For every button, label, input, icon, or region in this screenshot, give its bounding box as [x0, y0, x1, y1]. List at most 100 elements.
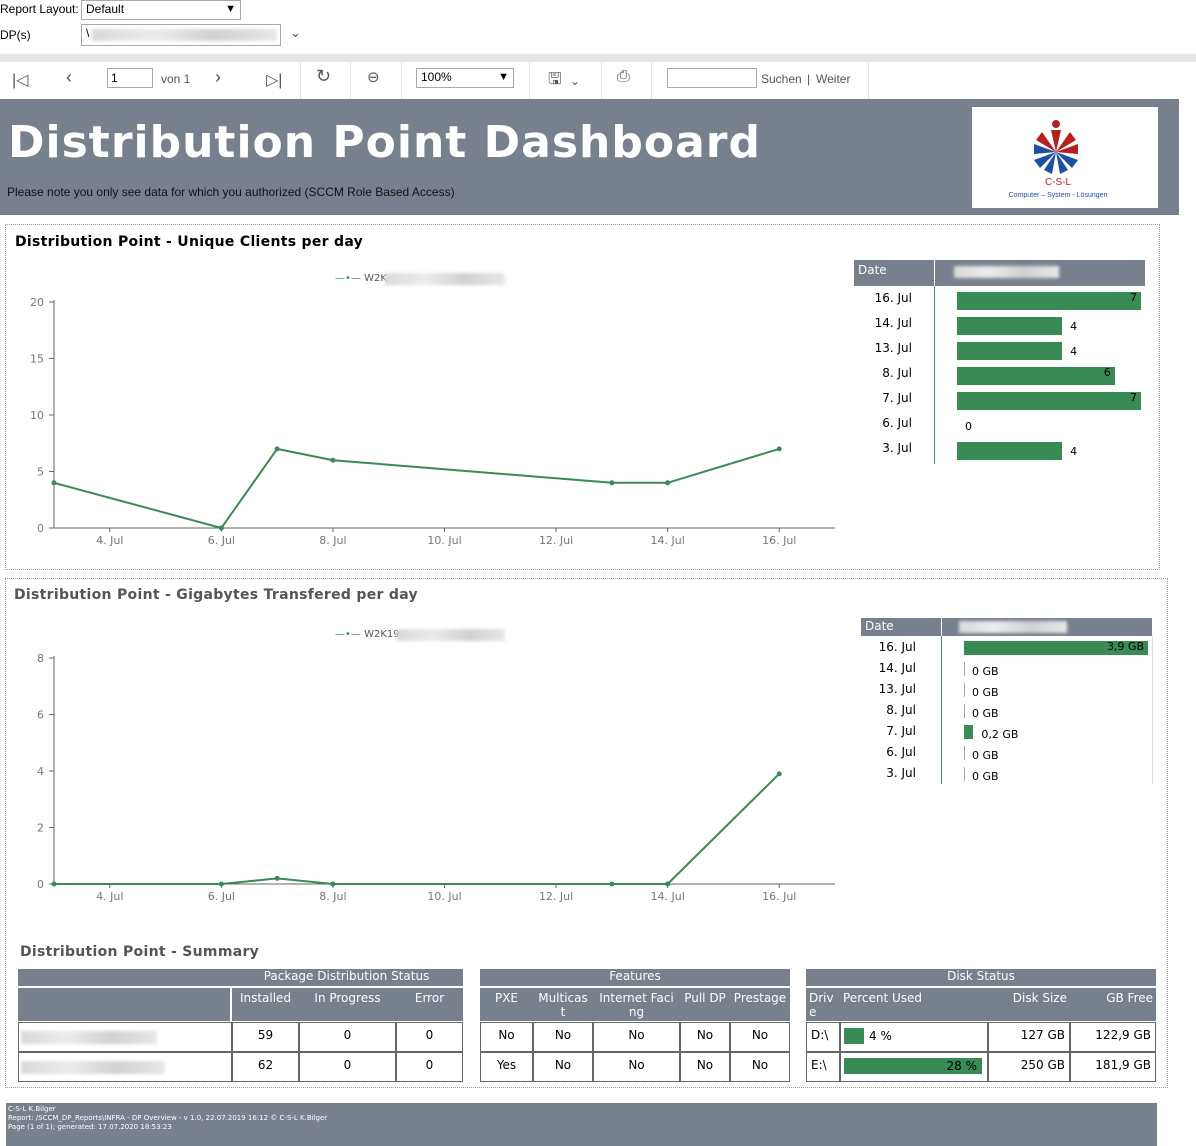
gb-x-tick-label: 12. Jul: [539, 890, 573, 903]
bar: [957, 442, 1063, 460]
dps-dropdown-chevron-icon[interactable]: ⌄: [290, 26, 301, 41]
report-toolbar: |◁ ‹ von 1 › ▷| ↻ ⊖ 100% ▼ 🖫 ⌄ ⎙ Suchen …: [0, 54, 1196, 100]
search-input[interactable]: [667, 68, 757, 88]
clients-y-tick-label: 15: [30, 353, 44, 366]
table-cell: 127 GB: [988, 1022, 1070, 1052]
page-number-input[interactable]: [107, 68, 153, 88]
refresh-icon[interactable]: ↻: [316, 66, 331, 87]
logo-subtitle: Computer – System - Lösungen: [1009, 192, 1108, 199]
bar-value-label: 4: [1070, 445, 1078, 458]
table-cell: 0: [396, 1022, 463, 1052]
legend-line-icon: —•—: [335, 629, 361, 640]
unique-clients-line-chart: 0 5 10 15 20 4. Jul 6. Jul 8. Jul 10. Jul 12. Jul…: [30, 296, 835, 547]
table-cell: 122,9 GB: [1070, 1022, 1156, 1052]
blurred-server-name: [385, 273, 505, 285]
bar-value-label: 7: [1130, 291, 1137, 304]
bar-date-label: 8. Jul: [886, 703, 916, 717]
next-match-button[interactable]: Weiter: [816, 72, 850, 86]
blurred-dp-name: [92, 29, 277, 41]
bar-date-label: 14. Jul: [874, 316, 912, 330]
column-header: Percent Used: [840, 988, 988, 1021]
clients-y-tick-label: 0: [37, 522, 44, 535]
clients-x-tick-label: 16. Jul: [762, 534, 796, 547]
group-header-disk: Disk Status: [806, 969, 1156, 986]
search-button[interactable]: Suchen: [761, 72, 802, 86]
next-page-icon[interactable]: ›: [215, 67, 221, 88]
chart1-legend-label: W2K: [364, 273, 387, 284]
page-title: Distribution Point Dashboard: [8, 117, 761, 168]
gigabytes-line-chart: 0 2 4 6 8 4. Jul 6. Jul 8. Jul 10. Jul 12. Jul 14.…: [37, 652, 835, 903]
back-icon[interactable]: ⊖: [367, 68, 380, 86]
gb-y-tick-label: 2: [37, 822, 44, 835]
zoom-select[interactable]: 100% ▼: [416, 68, 514, 88]
table-cell: No: [480, 1022, 533, 1052]
bar-value-label: 7: [1130, 391, 1137, 404]
table-row-server: [18, 1022, 232, 1052]
chart2-legend: —•— W2K19: [335, 629, 400, 640]
gb-y-tick-label: 4: [37, 765, 44, 778]
gb-x-tick-label: 16. Jul: [762, 890, 796, 903]
previous-page-icon[interactable]: ‹: [66, 67, 72, 88]
bar-value-label: 0 GB: [972, 686, 999, 699]
last-page-icon[interactable]: ▷|: [266, 70, 282, 90]
bar-value-label: 0,2 GB: [981, 728, 1019, 741]
search-separator: |: [807, 72, 811, 86]
bar-date-label: 6. Jul: [882, 416, 912, 430]
clients-date-header: Date: [858, 263, 887, 277]
clients-data-point: [665, 480, 671, 486]
column-header: Disk Size: [988, 988, 1070, 1021]
table-cell: No: [533, 1052, 593, 1082]
clients-x-tick-label: 4. Jul: [96, 534, 123, 547]
dps-label: DP(s): [0, 28, 31, 42]
blurred-server-header: [959, 621, 1067, 633]
table-cell: No: [593, 1022, 680, 1052]
column-header: Error: [396, 988, 463, 1021]
print-icon[interactable]: ⎙: [617, 68, 630, 86]
summary-title: Distribution Point - Summary: [20, 944, 260, 960]
table-cell: No: [730, 1022, 790, 1052]
dps-value: \: [86, 26, 90, 40]
bar-date-label: 14. Jul: [878, 661, 916, 675]
dps-select[interactable]: \: [81, 24, 281, 46]
table-cell: 0: [299, 1052, 396, 1082]
zoom-value: 100%: [421, 70, 452, 84]
save-dropdown-icon[interactable]: ⌄: [570, 74, 580, 88]
chevron-down-icon: ▼: [498, 71, 509, 83]
page-count-label: von 1: [161, 72, 191, 86]
report-layout-select[interactable]: Default ▼: [81, 0, 241, 20]
column-header: GB Free: [1070, 988, 1156, 1021]
table-cell: 0: [396, 1052, 463, 1082]
clients-x-tick-label: 8. Jul: [319, 534, 346, 547]
table-cell: 28 %: [840, 1052, 988, 1082]
clients-y-tick-label: 20: [30, 296, 44, 309]
table-cell: 59: [232, 1022, 299, 1052]
chart2-legend-label: W2K19: [364, 629, 400, 640]
table-cell: 0: [299, 1022, 396, 1052]
table-cell: Yes: [480, 1052, 533, 1082]
bar-date-label: 6. Jul: [886, 745, 916, 759]
gb-table-header: Date: [861, 618, 1152, 636]
gb-data-point: [330, 881, 336, 887]
chart1-legend: —•— W2K: [335, 273, 387, 284]
percent-used-label: 4 %: [869, 1029, 892, 1043]
bar-date-label: 16. Jul: [878, 640, 916, 654]
bar-value-label: 0 GB: [972, 770, 999, 783]
bar-value-label: 0: [965, 420, 972, 433]
save-icon[interactable]: 🖫: [548, 68, 562, 95]
report-layout-value: Default: [86, 2, 125, 16]
bar-value-label: 0 GB: [972, 707, 999, 720]
bar-date-label: 13. Jul: [874, 341, 912, 355]
bar-value-label: 4: [1070, 345, 1078, 358]
clients-data-point: [330, 457, 336, 463]
gb-x-tick-label: 6. Jul: [208, 890, 235, 903]
gb-date-header: Date: [865, 619, 894, 633]
report-footer: C-S-L K.Bilger Report: /SCCM_DP_Reports\…: [6, 1103, 1157, 1146]
clients-x-tick-label: 12. Jul: [539, 534, 573, 547]
bar-date-label: 13. Jul: [878, 682, 916, 696]
bar-date-label: 3. Jul: [882, 441, 912, 455]
gb-y-tick-label: 8: [37, 652, 44, 665]
first-page-icon[interactable]: |◁: [12, 70, 28, 90]
table-cell: 62: [232, 1052, 299, 1082]
bar-value-label: 0 GB: [972, 749, 999, 762]
clients-y-tick-label: 10: [30, 409, 44, 422]
